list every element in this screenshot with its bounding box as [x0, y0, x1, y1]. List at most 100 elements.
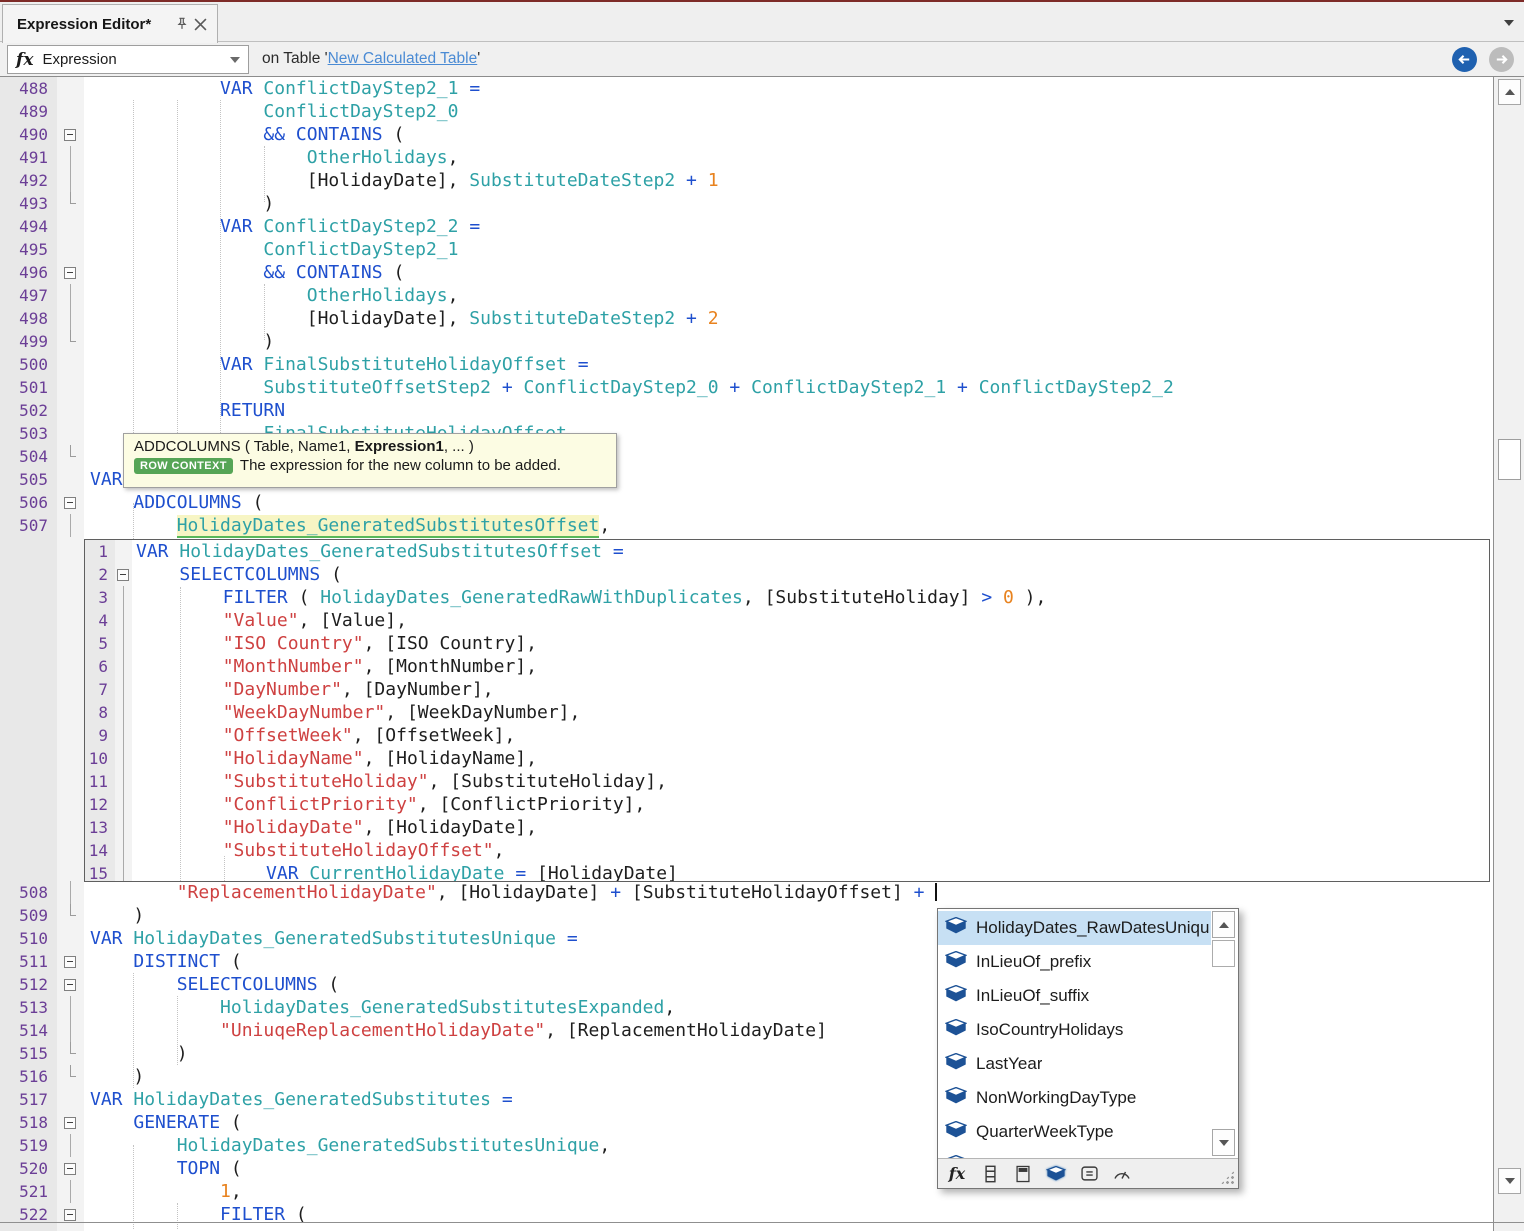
code-line[interactable]: 502 RETURN [0, 399, 1493, 422]
fold-collapse-icon[interactable] [64, 956, 76, 968]
fold-cell [115, 747, 132, 770]
code-line[interactable]: 510VAR HolidayDates_GeneratedSubstitutes… [0, 927, 1493, 950]
scrollbar-thumb[interactable] [1212, 940, 1235, 967]
columns-filter-icon[interactable] [980, 1164, 1000, 1184]
autocomplete-item[interactable]: InLieuOf_prefix [938, 945, 1211, 979]
code-line[interactable]: 7 "DayNumber", [DayNumber], [85, 678, 1489, 701]
fold-collapse-icon[interactable] [64, 1163, 76, 1175]
code-line[interactable]: 2 SELECTCOLUMNS ( [85, 563, 1489, 586]
line-number: 515 [0, 1044, 57, 1063]
fold-collapse-icon[interactable] [64, 1117, 76, 1129]
autocomplete-item[interactable]: InLieuOf_suffix [938, 979, 1211, 1013]
code-line[interactable]: 520 TOPN ( [0, 1157, 1493, 1180]
code-line[interactable]: 14 "SubstituteHolidayOffset", [85, 839, 1489, 862]
code-line[interactable]: 497 OtherHolidays, [0, 284, 1493, 307]
scroll-up-button[interactable] [1212, 911, 1235, 938]
autocomplete-item[interactable]: IsoCountryHolidays [938, 1013, 1211, 1047]
code-line[interactable]: 498 [HolidayDate], SubstituteDateStep2 +… [0, 307, 1493, 330]
fold-cell [57, 192, 84, 215]
line-number: 509 [0, 906, 57, 925]
code-line[interactable]: 6 "MonthNumber", [MonthNumber], [85, 655, 1489, 678]
code-line[interactable]: 8 "WeekDayNumber", [WeekDayNumber], [85, 701, 1489, 724]
code-line[interactable]: 3 FILTER ( HolidayDates_GeneratedRawWith… [85, 586, 1489, 609]
code-line[interactable]: 494 VAR ConflictDayStep2_2 = [0, 215, 1493, 238]
calculator-filter-icon[interactable] [1013, 1164, 1033, 1184]
fold-collapse-icon[interactable] [64, 979, 76, 991]
code-line[interactable]: 513 HolidayDates_GeneratedSubstitutesExp… [0, 996, 1493, 1019]
code-line[interactable]: 499 ) [0, 330, 1493, 353]
autocomplete-item[interactable]: QuarterWeekType [938, 1115, 1211, 1149]
fold-collapse-icon[interactable] [117, 569, 129, 581]
peek-definition-block[interactable]: 1VAR HolidayDates_GeneratedSubstitutesOf… [84, 539, 1490, 882]
code-line[interactable]: 521 1, [0, 1180, 1493, 1203]
tables-filter-icon[interactable] [1046, 1164, 1066, 1184]
code-editor[interactable]: 488 VAR ConflictDayStep2_1 =489 Conflict… [0, 77, 1524, 1231]
code-line[interactable]: 519 HolidayDates_GeneratedSubstitutesUni… [0, 1134, 1493, 1157]
code-line[interactable]: 507 HolidayDates_GeneratedSubstitutesOff… [0, 514, 1493, 537]
autocomplete-item[interactable] [938, 1149, 1211, 1158]
editor-vertical-scrollbar[interactable] [1493, 77, 1524, 1231]
code-line[interactable]: 514 "UniuqeReplacementHolidayDate", [Rep… [0, 1019, 1493, 1042]
fold-cell [57, 1019, 84, 1042]
scrollbar-thumb[interactable] [1498, 439, 1521, 480]
pin-icon[interactable] [173, 15, 191, 33]
autocomplete-list[interactable]: HolidayDates_RawDatesUniquInLieuOf_prefi… [938, 909, 1238, 1158]
fold-collapse-icon[interactable] [64, 129, 76, 141]
code-line[interactable]: 500 VAR FinalSubstituteHolidayOffset = [0, 353, 1493, 376]
code-line[interactable]: 512 SELECTCOLUMNS ( [0, 973, 1493, 996]
code-line[interactable]: 495 ConflictDayStep2_1 [0, 238, 1493, 261]
code-line[interactable]: 11 "SubstituteHoliday", [SubstituteHolid… [85, 770, 1489, 793]
code-line[interactable]: 509 ) [0, 904, 1493, 927]
code-text: HolidayDates_GeneratedSubstitutesUnique, [84, 1135, 610, 1156]
code-line[interactable]: 489 ConflictDayStep2_0 [0, 100, 1493, 123]
code-line[interactable]: 4 "Value", [Value], [85, 609, 1489, 632]
navigate-back-button[interactable] [1452, 47, 1477, 72]
code-line[interactable]: 517VAR HolidayDates_GeneratedSubstitutes… [0, 1088, 1493, 1111]
fold-collapse-icon[interactable] [64, 497, 76, 509]
fold-collapse-icon[interactable] [64, 267, 76, 279]
close-icon[interactable] [191, 15, 209, 33]
line-number: 5 [85, 634, 115, 653]
autocomplete-scrollbar[interactable] [1212, 911, 1236, 1156]
code-line[interactable]: 491 OtherHolidays, [0, 146, 1493, 169]
code-line[interactable]: 5 "ISO Country", [ISO Country], [85, 632, 1489, 655]
code-line[interactable]: 515 ) [0, 1042, 1493, 1065]
enum-filter-icon[interactable] [1079, 1164, 1099, 1184]
chevron-down-icon[interactable] [1504, 20, 1514, 26]
code-line[interactable]: 490 && CONTAINS ( [0, 123, 1493, 146]
peek-code-region[interactable]: 1VAR HolidayDates_GeneratedSubstitutesOf… [85, 540, 1489, 881]
scroll-down-button[interactable] [1498, 1168, 1521, 1194]
code-line[interactable]: 9 "OffsetWeek", [OffsetWeek], [85, 724, 1489, 747]
code-line[interactable]: 516 ) [0, 1065, 1493, 1088]
code-line[interactable]: 1VAR HolidayDates_GeneratedSubstitutesOf… [85, 540, 1489, 563]
code-line[interactable]: 13 "HolidayDate", [HolidayDate], [85, 816, 1489, 839]
autocomplete-dropdown[interactable]: HolidayDates_RawDatesUniquInLieuOf_prefi… [937, 908, 1239, 1189]
code-line[interactable]: 508 "ReplacementHolidayDate", [HolidayDa… [0, 881, 1493, 904]
code-line[interactable]: 518 GENERATE ( [0, 1111, 1493, 1134]
code-line[interactable]: 496 && CONTAINS ( [0, 261, 1493, 284]
autocomplete-item[interactable]: HolidayDates_RawDatesUniqu [938, 911, 1211, 945]
navigate-forward-button[interactable] [1489, 47, 1514, 72]
code-line[interactable]: 488 VAR ConflictDayStep2_1 = [0, 77, 1493, 100]
tab-expression-editor[interactable]: Expression Editor* [2, 4, 218, 43]
table-link[interactable]: New Calculated Table [328, 50, 478, 67]
code-line[interactable]: 15 VAR CurrentHolidayDate = [HolidayDate… [85, 862, 1489, 882]
code-line[interactable]: 506 ADDCOLUMNS ( [0, 491, 1493, 514]
autocomplete-item[interactable]: LastYear [938, 1047, 1211, 1081]
scroll-down-button[interactable] [1212, 1129, 1235, 1156]
expression-combobox[interactable]: fx Expression [7, 45, 249, 74]
fold-collapse-icon[interactable] [64, 1209, 76, 1221]
chevron-down-icon[interactable] [230, 57, 240, 63]
code-line[interactable]: 501 SubstituteOffsetStep2 + ConflictDayS… [0, 376, 1493, 399]
code-line[interactable]: 492 [HolidayDate], SubstituteDateStep2 +… [0, 169, 1493, 192]
fold-marker [123, 839, 124, 862]
code-line[interactable]: 493 ) [0, 192, 1493, 215]
functions-filter-icon[interactable]: fx [947, 1164, 967, 1184]
scroll-up-button[interactable] [1498, 79, 1521, 105]
kpi-filter-icon[interactable] [1112, 1164, 1132, 1184]
code-line[interactable]: 511 DISTINCT ( [0, 950, 1493, 973]
code-line[interactable]: 10 "HolidayName", [HolidayName], [85, 747, 1489, 770]
autocomplete-item[interactable]: NonWorkingDayType [938, 1081, 1211, 1115]
code-region-bottom[interactable]: 508 "ReplacementHolidayDate", [HolidayDa… [0, 881, 1493, 1231]
code-line[interactable]: 12 "ConflictPriority", [ConflictPriority… [85, 793, 1489, 816]
